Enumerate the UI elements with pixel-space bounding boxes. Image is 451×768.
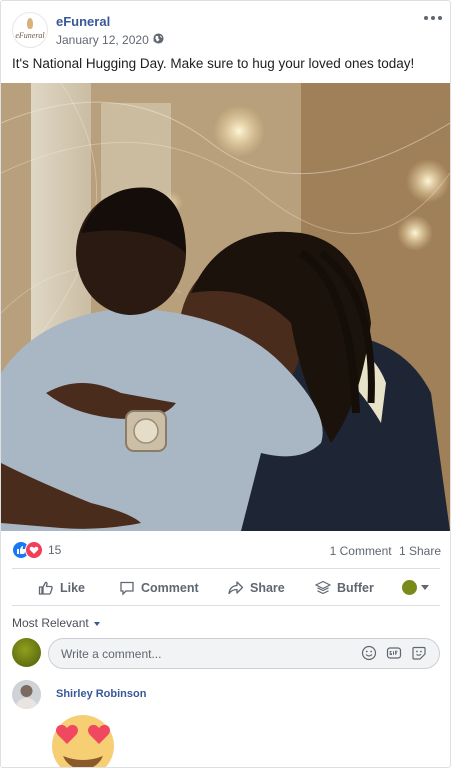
photo-two-men-hugging-icon [1,83,450,531]
action-bar: Like Comment Share Buffer [1,574,450,602]
share-count-link[interactable]: 1 Share [399,544,441,558]
profile-avatar [402,580,417,595]
gif-icon[interactable] [386,645,402,661]
post-date[interactable]: January 12, 2020 · [56,33,156,47]
commenter-name-link[interactable]: Shirley Robinson [56,688,146,700]
person-icon [12,680,41,709]
sort-label: Most Relevant [12,616,89,630]
post-text: It's National Hugging Day. Make sure to … [12,56,415,71]
comment-label: Comment [141,581,199,595]
sticker-icon[interactable] [411,645,427,661]
post-card: eFuneral eFuneral January 12, 2020 · It'… [0,0,451,768]
share-button[interactable]: Share [227,574,285,602]
current-user-avatar [12,638,41,667]
comment-input-box[interactable] [48,638,440,669]
profile-selector[interactable] [402,580,432,596]
comment-count-link[interactable]: 1 Comment [330,544,392,558]
more-options-icon[interactable] [424,11,444,25]
share-label: Share [250,581,285,595]
reaction-count: 15 [48,543,62,557]
flame-icon [27,18,33,29]
heart-eyes-emoji-icon [52,715,114,767]
share-arrow-icon [228,581,244,595]
like-label: Like [60,581,86,595]
page-avatar[interactable]: eFuneral [12,12,48,48]
buffer-label: Buffer [337,581,374,595]
divider [12,605,440,606]
globe-icon [153,33,164,44]
buffer-stack-icon [315,580,331,595]
love-reaction-icon [25,541,43,559]
chevron-down-icon [421,585,429,590]
post-header: eFuneral eFuneral January 12, 2020 · [1,1,450,53]
thumbs-up-icon [38,581,53,595]
caret-down-icon [93,621,100,626]
commenter-avatar[interactable] [12,680,41,709]
comment-sort-dropdown[interactable]: Most Relevant [12,616,100,630]
engagement-counts: 1 Comment 1 Share [326,544,441,558]
comment-input[interactable] [59,643,343,665]
comment-button[interactable]: Comment [119,574,199,602]
like-button[interactable]: Like [38,574,85,602]
buffer-button[interactable]: Buffer [315,574,374,602]
post-photo[interactable] [1,83,450,531]
page-name-link[interactable]: eFuneral [56,14,110,29]
avatar-logo-text: eFuneral [15,31,45,40]
comment-bubble-icon [120,581,134,596]
emoji-icon[interactable] [361,645,377,661]
divider [12,568,440,569]
